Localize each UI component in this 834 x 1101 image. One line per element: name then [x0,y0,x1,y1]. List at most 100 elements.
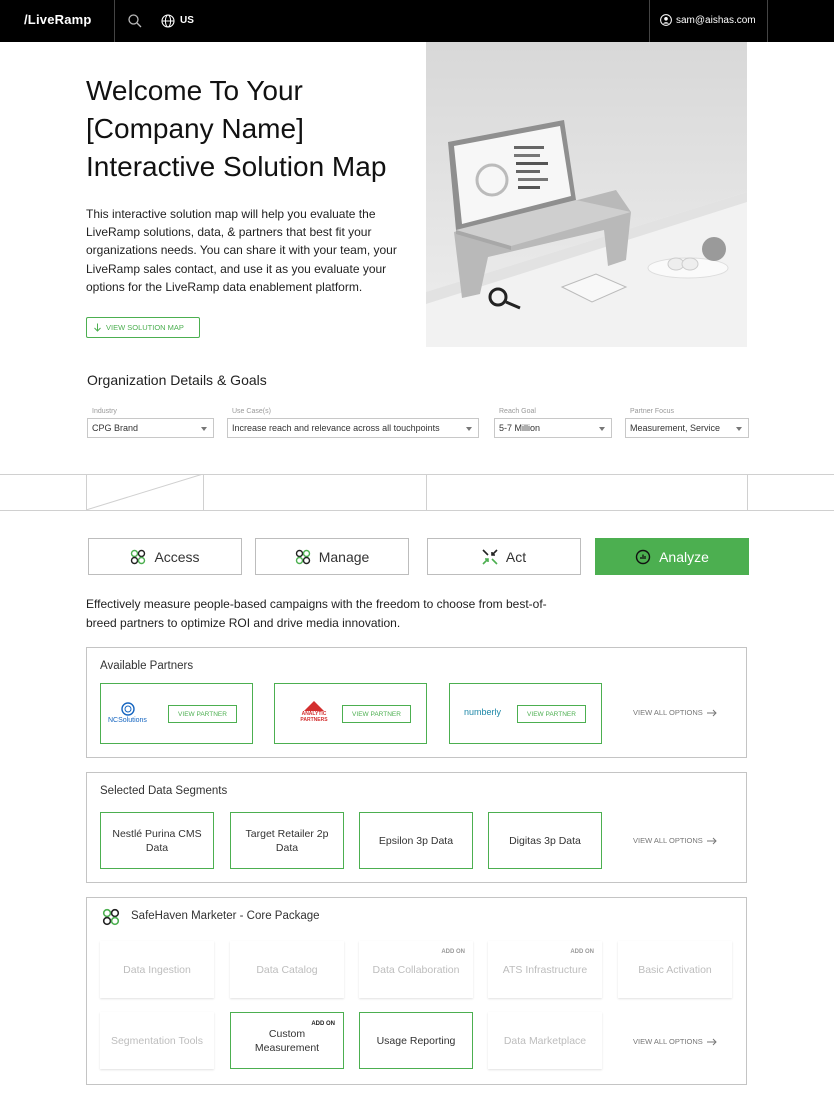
arrow-down-icon [94,323,101,332]
view-all-label: VIEW ALL OPTIONS [633,1037,703,1046]
hero-description: This interactive solution map will help … [86,207,397,294]
view-all-partners-link[interactable]: VIEW ALL OPTIONS [633,708,717,717]
grid-line [747,474,748,510]
package-item-segmentation-tools[interactable]: Segmentation Tools [100,1012,214,1069]
segment-card[interactable]: Epsilon 3p Data [359,812,473,869]
analytic-partners-mark-icon [304,701,324,711]
grid-line [426,474,427,510]
package-item-data-collaboration[interactable]: ADD ON Data Collaboration [359,941,473,998]
chevron-down-icon [736,427,742,431]
analytic-partners-logo: ANALYTIC PARTNERS [295,701,333,723]
ncs-logo-mark-icon [121,702,135,716]
package-item-custom-measurement[interactable]: ADD ON Custom Measurement [230,1012,344,1069]
add-on-badge: ADD ON [441,949,465,955]
access-icon [131,549,146,564]
region-selector[interactable]: US [180,15,194,26]
package-item-label: Basic Activation [638,963,712,976]
chevron-down-icon [599,427,605,431]
package-item-label: Data Catalog [256,963,318,976]
partner-focus-value: Measurement, Service [630,423,721,433]
package-item-label: Segmentation Tools [110,1034,204,1047]
numberly-logo: numberly [464,707,502,717]
chevron-down-icon [201,427,207,431]
tab-access-label: Access [154,548,200,565]
divider [767,0,768,42]
hero-image-laptop [426,42,747,347]
segment-card[interactable]: Nestlé Purina CMS Data [100,812,214,869]
placeholder-diagonal [86,474,204,510]
view-partner-button[interactable]: VIEW PARTNER [342,705,411,723]
package-item-data-ingestion[interactable]: Data Ingestion [100,941,214,998]
tab-act[interactable]: Act [427,538,581,575]
add-on-badge: ADD ON [570,949,594,955]
partner-card-ncsolutions[interactable]: NCSolutions VIEW PARTNER [100,683,253,744]
view-all-package-link[interactable]: VIEW ALL OPTIONS [633,1037,717,1046]
view-all-label: VIEW ALL OPTIONS [633,836,703,845]
page-title: Welcome To Your [Company Name] Interacti… [86,75,387,182]
package-icon [102,908,120,926]
tab-analyze-label: Analyze [659,548,709,565]
partner-focus-select[interactable]: Measurement, Service [625,418,749,438]
view-solution-map-label: VIEW SOLUTION MAP [106,323,184,332]
divider [114,0,115,42]
reach-goal-select[interactable]: 5-7 Million [494,418,612,438]
tab-act-label: Act [505,548,527,565]
view-partner-button[interactable]: VIEW PARTNER [517,705,586,723]
segment-card[interactable]: Digitas 3p Data [488,812,602,869]
tab-analyze[interactable]: Analyze [595,538,749,575]
ncsolutions-logo: NCSolutions [108,702,147,724]
use-case-value: Increase reach and relevance across all … [232,423,440,433]
package-item-label: Data Collaboration [372,963,460,976]
arrow-right-icon [706,1038,717,1045]
top-navigation-bar: /LiveRamp US sam@aishas.com [0,0,834,42]
reach-goal-value: 5-7 Million [499,423,541,433]
partner-card-numberly[interactable]: numberly VIEW PARTNER [449,683,602,744]
partner-name: ANALYTIC PARTNERS [300,711,328,723]
package-item-label: Data Marketplace [503,1034,587,1047]
view-solution-map-button[interactable]: VIEW SOLUTION MAP [86,317,200,338]
user-email[interactable]: sam@aishas.com [676,15,756,26]
globe-icon[interactable] [161,14,175,28]
partner-name: NCSolutions [108,717,147,724]
tab-manage[interactable]: Manage [255,538,409,575]
laptop-desk-illustration [426,120,747,347]
partner-focus-label: Partner Focus [630,408,674,415]
segment-card[interactable]: Target Retailer 2p Data [230,812,344,869]
liverramp-logo[interactable]: /LiveRamp [24,12,92,27]
available-partners-title: Available Partners [100,660,194,672]
package-item-basic-activation[interactable]: Basic Activation [618,941,732,998]
core-package-title: SafeHaven Marketer - Core Package [131,910,320,922]
user-icon [660,14,672,26]
package-item-label: Usage Reporting [376,1034,456,1047]
add-on-badge: ADD ON [311,1021,335,1027]
package-item-label: ATS Infrastructure [502,963,588,976]
view-all-segments-link[interactable]: VIEW ALL OPTIONS [633,836,717,845]
section-description: Effectively measure people-based campaig… [86,597,547,630]
reach-goal-label: Reach Goal [499,408,536,415]
package-item-data-catalog[interactable]: Data Catalog [230,941,344,998]
industry-label: Industry [92,408,117,415]
industry-value: CPG Brand [92,423,139,433]
use-case-label: Use Case(s) [232,408,271,415]
tab-manage-label: Manage [318,548,370,565]
org-details-title: Organization Details & Goals [87,372,267,388]
package-item-usage-reporting[interactable]: Usage Reporting [359,1012,473,1069]
analyze-icon [635,549,651,564]
act-icon [482,548,498,565]
chevron-down-icon [466,427,472,431]
use-case-select[interactable]: Increase reach and relevance across all … [227,418,479,438]
package-item-label: Data Ingestion [123,963,191,976]
industry-select[interactable]: CPG Brand [87,418,214,438]
view-all-label: VIEW ALL OPTIONS [633,708,703,717]
arrow-right-icon [706,709,717,716]
partner-card-analytic-partners[interactable]: ANALYTIC PARTNERS VIEW PARTNER [274,683,427,744]
grid-line [0,510,834,511]
view-partner-button[interactable]: VIEW PARTNER [168,705,237,723]
package-item-ats-infrastructure[interactable]: ADD ON ATS Infrastructure [488,941,602,998]
search-icon[interactable] [127,13,143,29]
selected-data-segments-title: Selected Data Segments [100,785,228,797]
package-item-data-marketplace[interactable]: Data Marketplace [488,1012,602,1069]
divider [649,0,650,42]
tab-access[interactable]: Access [88,538,242,575]
manage-icon [295,549,310,564]
